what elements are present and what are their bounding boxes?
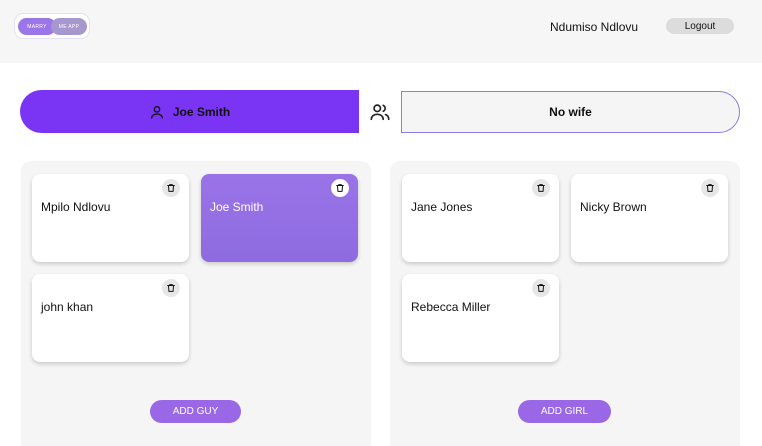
add-guy-button[interactable]: ADD GUY — [150, 400, 241, 423]
logo-me-app: ME APP — [51, 18, 87, 35]
app-logo[interactable]: MARRY ME APP — [14, 13, 90, 39]
add-girl-button[interactable]: ADD GIRL — [518, 400, 611, 423]
girl-card[interactable]: Nicky Brown — [571, 174, 728, 262]
guy-card-name: Mpilo Ndlovu — [41, 200, 111, 214]
user-icon — [150, 105, 163, 119]
guys-panel: Mpilo Ndlovu Joe Smith john khan ADD GUY — [21, 161, 371, 446]
trash-icon[interactable] — [331, 179, 349, 197]
girl-card-name: Nicky Brown — [580, 200, 647, 214]
current-username: Ndumiso Ndlovu — [550, 20, 639, 34]
trash-icon[interactable] — [162, 279, 180, 297]
trash-icon[interactable] — [162, 179, 180, 197]
trash-icon[interactable] — [532, 279, 550, 297]
users-icon — [370, 104, 390, 121]
girl-card-name: Jane Jones — [411, 200, 473, 214]
trash-icon[interactable] — [701, 179, 719, 197]
app-header: MARRY ME APP Ndumiso Ndlovu Logout — [0, 0, 762, 63]
guy-card[interactable]: Mpilo Ndlovu — [32, 174, 189, 262]
guy-card-selected[interactable]: Joe Smith — [201, 174, 358, 262]
selected-guy-slot[interactable]: Joe Smith — [20, 90, 359, 133]
girl-card[interactable]: Rebecca Miller — [402, 274, 559, 362]
guy-card-name: john khan — [41, 300, 94, 314]
trash-icon[interactable] — [532, 179, 550, 197]
guy-card[interactable]: john khan — [32, 274, 189, 362]
girl-card-name: Rebecca Miller — [411, 300, 491, 314]
selected-girl-slot[interactable]: No wife — [401, 91, 740, 133]
logout-button[interactable]: Logout — [666, 18, 734, 34]
girls-panel: Jane Jones Nicky Brown Rebecca Miller AD… — [390, 161, 740, 446]
selected-girl-name: No wife — [549, 105, 592, 119]
selected-guy-name: Joe Smith — [172, 104, 231, 119]
girl-card[interactable]: Jane Jones — [402, 174, 559, 262]
guy-card-name: Joe Smith — [210, 200, 264, 214]
